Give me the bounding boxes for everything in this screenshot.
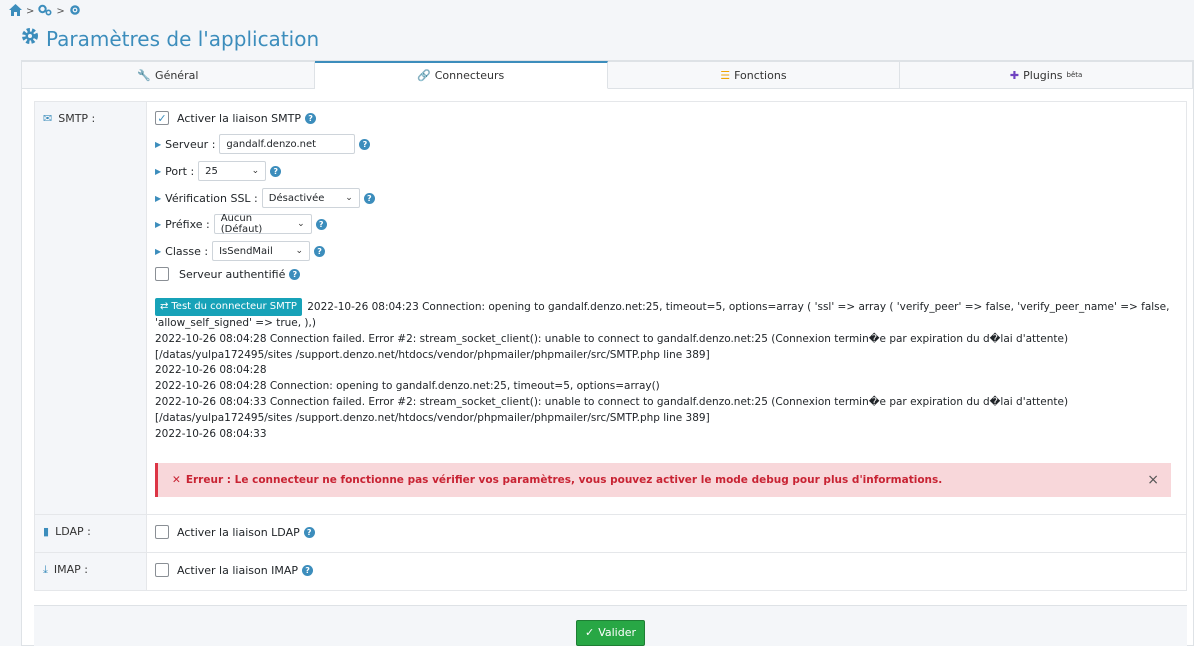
chevron-right-icon: > — [56, 6, 65, 17]
tab-bar: 🔧 Général 🔗 Connecteurs ☰ Fonctions ✚ Pl… — [22, 61, 1193, 89]
breadcrumb: > > — [9, 4, 81, 19]
puzzle-icon: ✚ — [1009, 68, 1020, 82]
help-icon[interactable]: ? — [314, 245, 326, 257]
help-icon[interactable]: ? — [315, 218, 327, 230]
log-line: 2022-10-26 08:04:33 — [155, 427, 267, 440]
help-icon[interactable]: ? — [359, 138, 371, 150]
ldap-section: ▮ LDAP : Activer la liaison LDAP ? — [34, 515, 1187, 553]
smtp-prefix-select[interactable]: Aucun (Défaut) ⌄ — [213, 213, 312, 235]
close-icon[interactable]: × — [1147, 472, 1159, 488]
smtp-test-log: ⇄ Test du connecteur SMTP 2022-10-26 08:… — [155, 298, 1170, 442]
error-x-icon: ✕ — [172, 474, 181, 486]
imap-enable-row: Activer la liaison IMAP ? — [155, 563, 314, 577]
page-title-text: Paramètres de l'application — [46, 26, 320, 51]
settings-card: 🔧 Général 🔗 Connecteurs ☰ Fonctions ✚ Pl… — [21, 60, 1194, 646]
imap-label: ⤓ IMAP : — [35, 553, 147, 590]
help-icon[interactable]: ? — [302, 564, 314, 576]
gears-icon[interactable] — [38, 4, 52, 19]
wrench-icon: 🔧 — [137, 68, 152, 82]
caret-right-icon: ▶ — [155, 139, 162, 149]
gear-icon — [20, 26, 40, 51]
error-alert: ✕ Erreur : Le connecteur ne fonctionne p… — [155, 463, 1171, 497]
chevron-down-icon: ⌄ — [345, 193, 353, 203]
help-icon[interactable]: ? — [303, 526, 315, 538]
smtp-enable-checkbox[interactable]: ✓ — [155, 111, 169, 125]
smtp-auth-row: Serveur authentifié ? — [155, 267, 301, 281]
home-icon[interactable] — [9, 4, 22, 19]
link-icon: 🔗 — [417, 69, 431, 82]
tab-functions[interactable]: ☰ Fonctions — [607, 61, 901, 88]
ldap-enable-row: Activer la liaison LDAP ? — [155, 525, 315, 539]
caret-right-icon: ▶ — [155, 246, 162, 256]
tab-plugins[interactable]: ✚ Plugins bêta — [900, 61, 1193, 88]
ldap-enable-checkbox[interactable] — [155, 525, 169, 539]
smtp-server-input[interactable]: gandalf.denzo.net — [219, 134, 356, 154]
page-title: Paramètres de l'application — [20, 26, 319, 51]
chevron-down-icon: ⌄ — [297, 219, 305, 229]
chevron-right-icon: > — [26, 6, 35, 17]
smtp-port-row: ▶ Port : 25 ⌄ ? — [155, 161, 282, 181]
beta-badge: bêta — [1066, 71, 1083, 79]
log-line: ⇄ Test du connecteur SMTP 2022-10-26 08:… — [155, 298, 1170, 332]
smtp-enable-row: ✓ Activer la liaison SMTP ? — [155, 111, 317, 125]
imap-section: ⤓ IMAP : Activer la liaison IMAP ? — [34, 553, 1187, 591]
form-footer: ✓ Valider — [34, 605, 1187, 646]
check-icon: ✓ — [584, 626, 595, 639]
list-icon: ☰ — [720, 68, 731, 82]
ldap-body: Activer la liaison LDAP ? — [147, 515, 1186, 552]
gear-icon[interactable] — [69, 4, 81, 19]
envelope-icon: ✉ — [43, 112, 53, 125]
download-icon: ⤓ — [43, 563, 48, 576]
smtp-ssl-row: ▶ Vérification SSL : Désactivée ⌄ ? — [155, 188, 375, 208]
smtp-port-select[interactable]: 25 ⌄ — [198, 161, 267, 181]
smtp-server-row: ▶ Serveur : gandalf.denzo.net ? — [155, 134, 371, 154]
log-line: 2022-10-26 08:04:28 — [155, 364, 267, 377]
smtp-ssl-select[interactable]: Désactivée ⌄ — [261, 188, 360, 208]
smtp-class-row: ▶ Classe : IsSendMail ⌄ ? — [155, 241, 326, 261]
ldap-label: ▮ LDAP : — [35, 515, 147, 552]
tab-label: Plugins — [1023, 68, 1063, 82]
caret-right-icon: ▶ — [155, 166, 162, 176]
test-smtp-button[interactable]: ⇄ Test du connecteur SMTP — [155, 298, 302, 316]
log-line: 2022-10-26 08:04:33 Connection failed. E… — [155, 395, 1069, 424]
smtp-auth-checkbox[interactable] — [155, 267, 169, 281]
log-line: 2022-10-26 08:04:28 Connection: opening … — [155, 380, 660, 393]
smtp-class-select[interactable]: IsSendMail ⌄ — [212, 241, 311, 261]
tab-label: Fonctions — [734, 68, 787, 82]
smtp-label: ✉ SMTP : — [35, 102, 147, 514]
caret-right-icon: ▶ — [155, 193, 162, 203]
tab-general[interactable]: 🔧 Général — [22, 61, 315, 88]
help-icon[interactable]: ? — [363, 192, 375, 204]
smtp-body: ✓ Activer la liaison SMTP ? ▶ Serveur : … — [147, 102, 1186, 514]
chevron-down-icon: ⌄ — [251, 166, 260, 176]
validate-button[interactable]: ✓ Valider — [575, 619, 645, 646]
imap-enable-checkbox[interactable] — [155, 563, 169, 577]
imap-body: Activer la liaison IMAP ? — [147, 553, 1186, 590]
book-icon: ▮ — [43, 525, 50, 538]
help-icon[interactable]: ? — [289, 268, 301, 280]
tab-label: Connecteurs — [434, 69, 505, 82]
smtp-prefix-row: ▶ Préfixe : Aucun (Défaut) ⌄ ? — [155, 213, 327, 235]
help-icon[interactable]: ? — [305, 112, 317, 124]
smtp-section: ✉ SMTP : ✓ Activer la liaison SMTP ? ▶ S… — [34, 101, 1187, 515]
tab-label: Général — [155, 68, 199, 82]
caret-right-icon: ▶ — [155, 219, 162, 229]
exchange-icon: ⇄ — [160, 301, 169, 313]
tab-connectors[interactable]: 🔗 Connecteurs — [314, 61, 608, 89]
log-line: 2022-10-26 08:04:28 Connection failed. E… — [155, 332, 1069, 361]
chevron-down-icon: ⌄ — [295, 246, 304, 256]
help-icon[interactable]: ? — [270, 165, 282, 177]
